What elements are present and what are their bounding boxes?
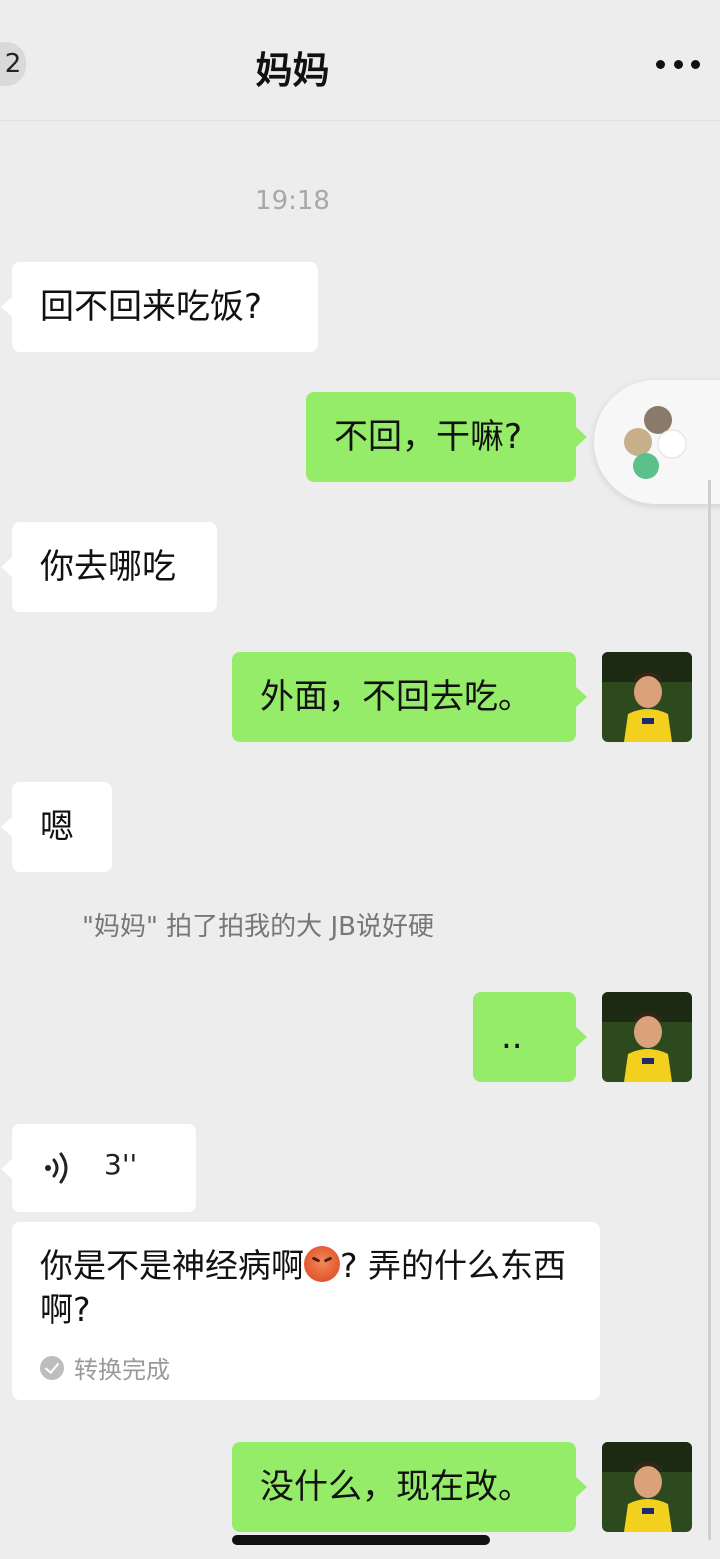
- angry-face-icon: [304, 1246, 340, 1282]
- floating-window-ball[interactable]: [594, 380, 720, 504]
- message-bubble-sent[interactable]: 没什么，现在改。: [232, 1442, 587, 1532]
- user-avatar[interactable]: [602, 652, 692, 742]
- message-text: 你去哪吃: [40, 547, 176, 587]
- message-bubble-received[interactable]: 嗯: [1, 782, 112, 872]
- scrollbar[interactable]: [708, 480, 711, 1540]
- message-bubble-sent[interactable]: ..: [473, 992, 587, 1082]
- chat-header: 2 妈妈: [0, 0, 720, 121]
- user-avatar[interactable]: [602, 1442, 692, 1532]
- check-icon: [40, 1355, 64, 1380]
- voice-wave-icon: [45, 1152, 68, 1184]
- message-bubble-sent[interactable]: 外面，不回去吃。: [232, 652, 587, 742]
- voice-transcript[interactable]: 你是不是神经病啊? 弄的什么东西啊? 转换完成: [12, 1222, 600, 1400]
- chat-screen: 2 妈妈 19:18 回不回来吃饭? 不回，干嘛? 你去哪吃 外面，不回去吃。 …: [0, 0, 720, 1559]
- message-timestamp: 19:18: [255, 186, 330, 216]
- transcript-status-label: 转换完成: [74, 1356, 170, 1384]
- voice-message-bubble[interactable]: 3'': [1, 1124, 196, 1212]
- message-text: 没什么，现在改。: [260, 1467, 532, 1507]
- message-text: 外面，不回去吃。: [260, 677, 532, 717]
- more-icon[interactable]: [656, 58, 700, 70]
- transcript-text: 你是不是神经病啊: [40, 1246, 304, 1285]
- app-bubbles-icon: [624, 406, 687, 479]
- transcript-status: 转换完成: [40, 1350, 572, 1385]
- home-indicator[interactable]: [232, 1535, 490, 1545]
- pat-system-message: "妈妈" 拍了拍我的大 JB说好硬: [82, 912, 434, 942]
- chat-title: 妈妈: [255, 49, 330, 92]
- user-avatar[interactable]: [602, 992, 692, 1082]
- message-bubble-sent[interactable]: 不回，干嘛?: [306, 392, 587, 482]
- message-text: ..: [501, 1017, 523, 1057]
- message-text: 不回，干嘛?: [334, 417, 523, 457]
- message-bubble-received[interactable]: 你去哪吃: [1, 522, 217, 612]
- voice-duration: 3'': [104, 1148, 138, 1181]
- message-text: 回不回来吃饭?: [40, 287, 263, 327]
- message-bubble-received[interactable]: 回不回来吃饭?: [1, 262, 318, 352]
- message-text: 嗯: [40, 807, 74, 847]
